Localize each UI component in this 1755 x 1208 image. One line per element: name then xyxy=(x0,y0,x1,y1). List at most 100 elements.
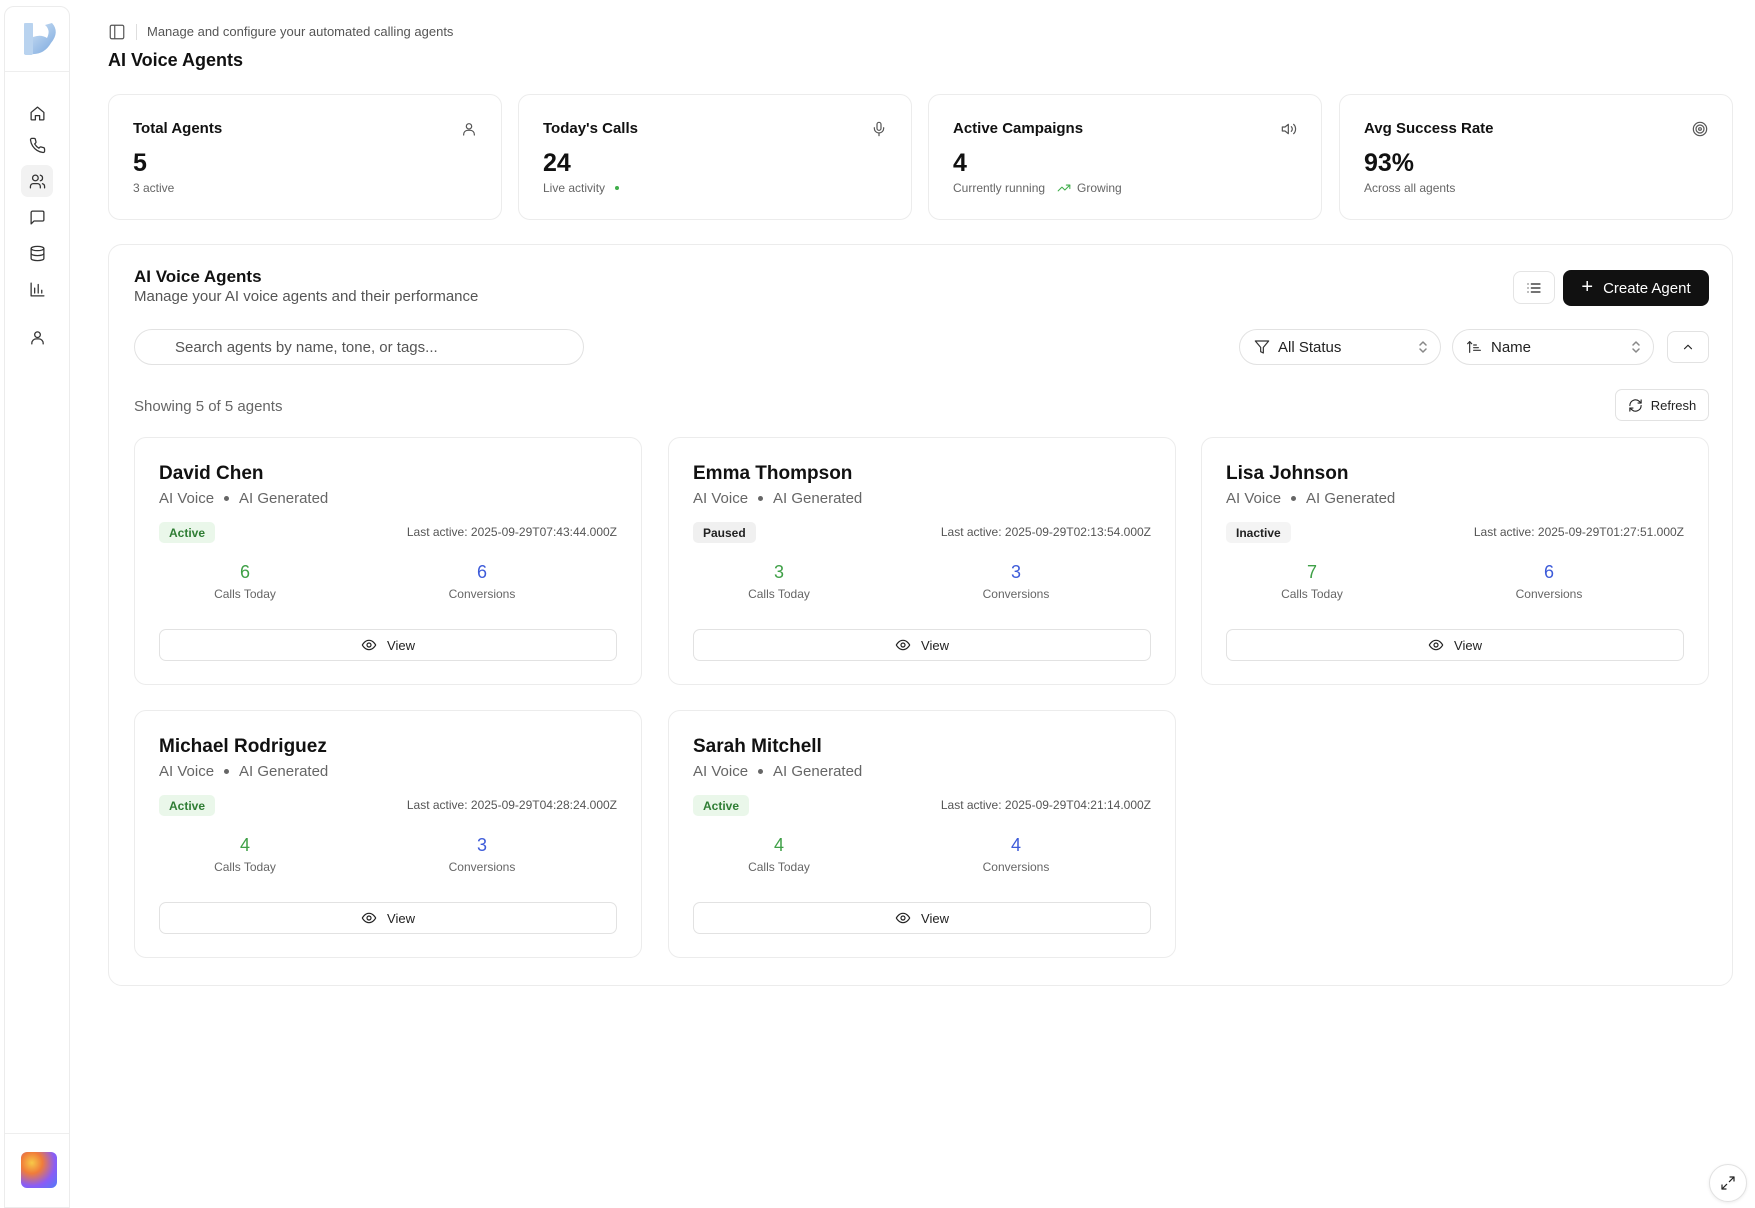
eye-icon xyxy=(895,639,911,651)
calls-today-label: Calls Today xyxy=(748,860,810,874)
expand-button[interactable] xyxy=(1709,1164,1747,1202)
search-input[interactable] xyxy=(134,329,584,365)
phone-icon xyxy=(29,137,45,153)
calls-today-value: 4 xyxy=(773,835,784,855)
conversions-value: 3 xyxy=(1010,562,1021,582)
stat-card-active-campaigns: Active Campaigns 4 Currently running Gro… xyxy=(928,94,1322,220)
conversions-metric: 3 Conversions xyxy=(936,562,1096,601)
stat-sub-label: Live activity xyxy=(543,181,606,195)
view-agent-button[interactable]: View xyxy=(159,902,617,934)
stat-sub-label: Across all agents xyxy=(1364,181,1456,195)
calls-today-metric: 3 Calls Today xyxy=(699,562,859,601)
last-active: Last active: 2025-09-29T04:21:14.000Z xyxy=(940,798,1151,812)
sort-ascending-icon xyxy=(1467,341,1481,353)
refresh-button[interactable]: Refresh xyxy=(1615,389,1709,421)
stat-title: Total Agents xyxy=(133,120,223,137)
conversions-value: 4 xyxy=(1010,835,1021,855)
agent-card: Sarah Mitchell AI Voice AI Generated Act… xyxy=(668,710,1176,958)
sidebar-item-calls[interactable] xyxy=(21,129,53,161)
create-agent-button[interactable]: + Create Agent xyxy=(1563,270,1709,306)
mic-icon xyxy=(871,121,887,137)
view-agent-button[interactable]: View xyxy=(1226,629,1684,661)
view-agent-button[interactable]: View xyxy=(159,629,617,661)
sidebar xyxy=(4,6,70,1208)
stat-subtext: Live activity xyxy=(543,181,620,195)
status-filter-select[interactable]: All Status xyxy=(1239,329,1441,365)
agent-voice: AI Voice xyxy=(159,490,215,507)
sidebar-item-profile[interactable] xyxy=(21,321,53,353)
sidebar-item-analytics[interactable] xyxy=(21,273,53,305)
list-icon xyxy=(1527,282,1541,293)
conversions-label: Conversions xyxy=(448,587,516,601)
status-badge: Active xyxy=(693,795,750,816)
volume-icon xyxy=(1281,121,1297,137)
status-badge: Active xyxy=(159,795,216,816)
sort-field-select[interactable]: Name xyxy=(1452,329,1654,365)
agent-name: Michael Rodriguez xyxy=(159,736,327,757)
agent-meta: AI Voice AI Generated xyxy=(693,763,862,780)
agent-meta: AI Voice AI Generated xyxy=(159,490,328,507)
calls-today-label: Calls Today xyxy=(1281,587,1343,601)
sidebar-divider xyxy=(5,1133,69,1134)
conversions-metric: 6 Conversions xyxy=(1469,562,1629,601)
stat-card-todays-calls: Today's Calls 24 Live activity xyxy=(518,94,912,220)
page-title: AI Voice Agents xyxy=(108,50,244,70)
conversions-metric: 3 Conversions xyxy=(402,835,562,874)
bar-chart-icon xyxy=(29,281,45,297)
sidebar-item-home[interactable] xyxy=(21,97,53,129)
app-logo[interactable] xyxy=(18,17,62,61)
conversions-label: Conversions xyxy=(982,587,1050,601)
sidebar-item-database[interactable] xyxy=(21,237,53,269)
view-label: View xyxy=(921,910,949,926)
stat-card-total-agents: Total Agents 5 3 active xyxy=(108,94,502,220)
stat-card-success-rate: Avg Success Rate 93% Across all agents xyxy=(1339,94,1733,220)
view-agent-button[interactable]: View xyxy=(693,902,1151,934)
avatar[interactable] xyxy=(21,1152,57,1188)
trending-up-icon xyxy=(1057,184,1071,192)
calls-today-metric: 7 Calls Today xyxy=(1232,562,1392,601)
sidebar-divider xyxy=(5,71,69,72)
sort-direction-button[interactable] xyxy=(1667,331,1709,363)
stat-title: Avg Success Rate xyxy=(1364,120,1494,137)
list-view-button[interactable] xyxy=(1513,271,1555,304)
eye-icon xyxy=(895,912,911,924)
agent-source: AI Generated xyxy=(1306,490,1396,507)
sidebar-item-agents[interactable] xyxy=(21,165,53,197)
calls-today-metric: 4 Calls Today xyxy=(699,835,859,874)
sort-field-value: Name xyxy=(1491,338,1532,356)
agent-voice: AI Voice xyxy=(693,763,749,780)
status-badge: Active xyxy=(159,522,216,543)
eye-icon xyxy=(1428,639,1444,651)
agent-source: AI Generated xyxy=(239,763,329,780)
conversions-label: Conversions xyxy=(982,860,1050,874)
view-label: View xyxy=(921,637,949,653)
plus-icon: + xyxy=(1581,276,1594,298)
eye-icon xyxy=(361,912,377,924)
trend-label: Growing xyxy=(1077,181,1122,195)
sidebar-toggle-button[interactable] xyxy=(108,23,126,41)
agent-source: AI Generated xyxy=(239,490,329,507)
stat-sub-label: 3 active xyxy=(133,181,175,195)
trend-indicator: Growing xyxy=(1057,181,1122,195)
panel-left-icon xyxy=(109,24,125,40)
agent-name: David Chen xyxy=(159,463,264,484)
bullet-separator xyxy=(1291,496,1297,501)
agent-meta: AI Voice AI Generated xyxy=(1226,490,1395,507)
chevrons-up-down-icon xyxy=(1631,340,1641,354)
agent-card: Michael Rodriguez AI Voice AI Generated … xyxy=(134,710,642,958)
agent-meta: AI Voice AI Generated xyxy=(159,763,328,780)
stat-subtext: 3 active xyxy=(133,181,174,195)
view-agent-button[interactable]: View xyxy=(693,629,1151,661)
agent-card: David Chen AI Voice AI Generated Active … xyxy=(134,437,642,685)
sidebar-item-messages[interactable] xyxy=(21,201,53,233)
agent-name: Lisa Johnson xyxy=(1226,463,1349,484)
agent-card: Lisa Johnson AI Voice AI Generated Inact… xyxy=(1201,437,1709,685)
bullet-separator xyxy=(224,496,230,501)
agent-name: Sarah Mitchell xyxy=(693,736,822,757)
stat-title: Active Campaigns xyxy=(953,120,1084,137)
status-badge: Paused xyxy=(693,522,756,543)
conversions-value: 6 xyxy=(476,562,487,582)
last-active: Last active: 2025-09-29T01:27:51.000Z xyxy=(1473,525,1684,539)
chevron-up-icon xyxy=(1683,344,1693,350)
results-count: Showing 5 of 5 agents xyxy=(134,398,283,415)
